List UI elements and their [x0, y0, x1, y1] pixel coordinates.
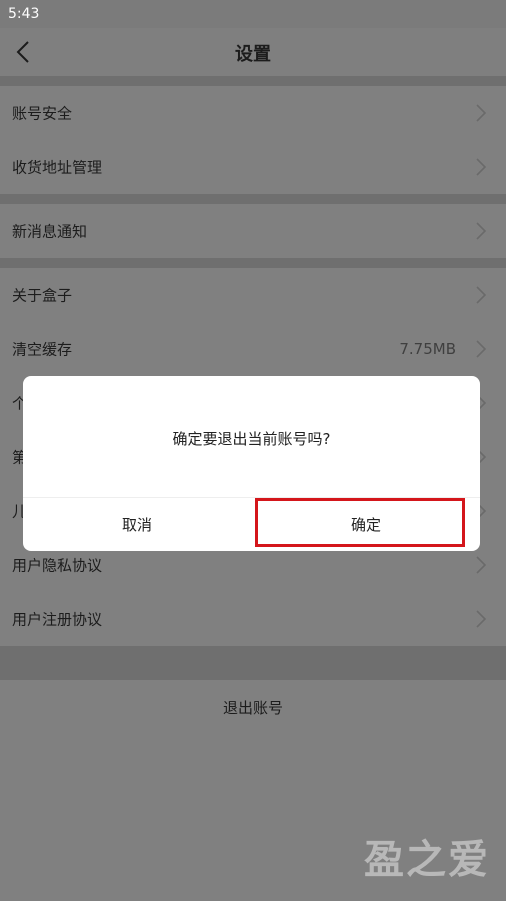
chevron-right-icon — [476, 158, 487, 176]
settings-item-label: 清空缓存 — [12, 340, 73, 359]
settings-item-label: 用户注册协议 — [12, 610, 103, 629]
settings-item-registration[interactable]: 用户注册协议 — [0, 592, 506, 647]
status-bar: 5:43 — [0, 0, 506, 28]
chevron-right-icon — [476, 556, 487, 574]
watermark-logo: 盈之爱 — [364, 837, 490, 883]
chevron-right-icon — [476, 286, 487, 304]
chevron-right-icon — [476, 610, 487, 628]
settings-item-label: 账号安全 — [12, 104, 73, 123]
confirm-highlight-box — [255, 498, 465, 547]
settings-item-label: 用户隐私协议 — [12, 556, 103, 575]
settings-item-clear-cache[interactable]: 清空缓存 7.75MB — [0, 322, 506, 377]
settings-item-account-security[interactable]: 账号安全 — [0, 86, 506, 141]
settings-item-about[interactable]: 关于盒子 — [0, 268, 506, 323]
settings-item-label: 收货地址管理 — [12, 158, 103, 177]
chevron-right-icon — [476, 222, 487, 240]
settings-item-label: 关于盒子 — [12, 286, 73, 305]
page-title: 设置 — [235, 44, 271, 65]
section-gap — [0, 76, 506, 86]
top-bar: 设置 — [0, 28, 506, 76]
settings-item-label: 新消息通知 — [12, 222, 88, 241]
settings-item-address[interactable]: 收货地址管理 — [0, 140, 506, 195]
section-gap — [0, 646, 506, 680]
chevron-right-icon — [476, 340, 487, 358]
logout-label: 退出账号 — [222, 699, 283, 717]
section-gap — [0, 194, 506, 204]
status-time: 5:43 — [8, 6, 40, 22]
settings-item-notifications[interactable]: 新消息通知 — [0, 204, 506, 259]
cache-size-value: 7.75MB — [399, 340, 456, 358]
section-gap — [0, 258, 506, 268]
cancel-button[interactable]: 取消 — [23, 498, 251, 551]
dialog-message: 确定要退出当前账号吗? — [172, 430, 331, 448]
chevron-right-icon — [476, 104, 487, 122]
logout-button[interactable]: 退出账号 — [0, 680, 506, 734]
